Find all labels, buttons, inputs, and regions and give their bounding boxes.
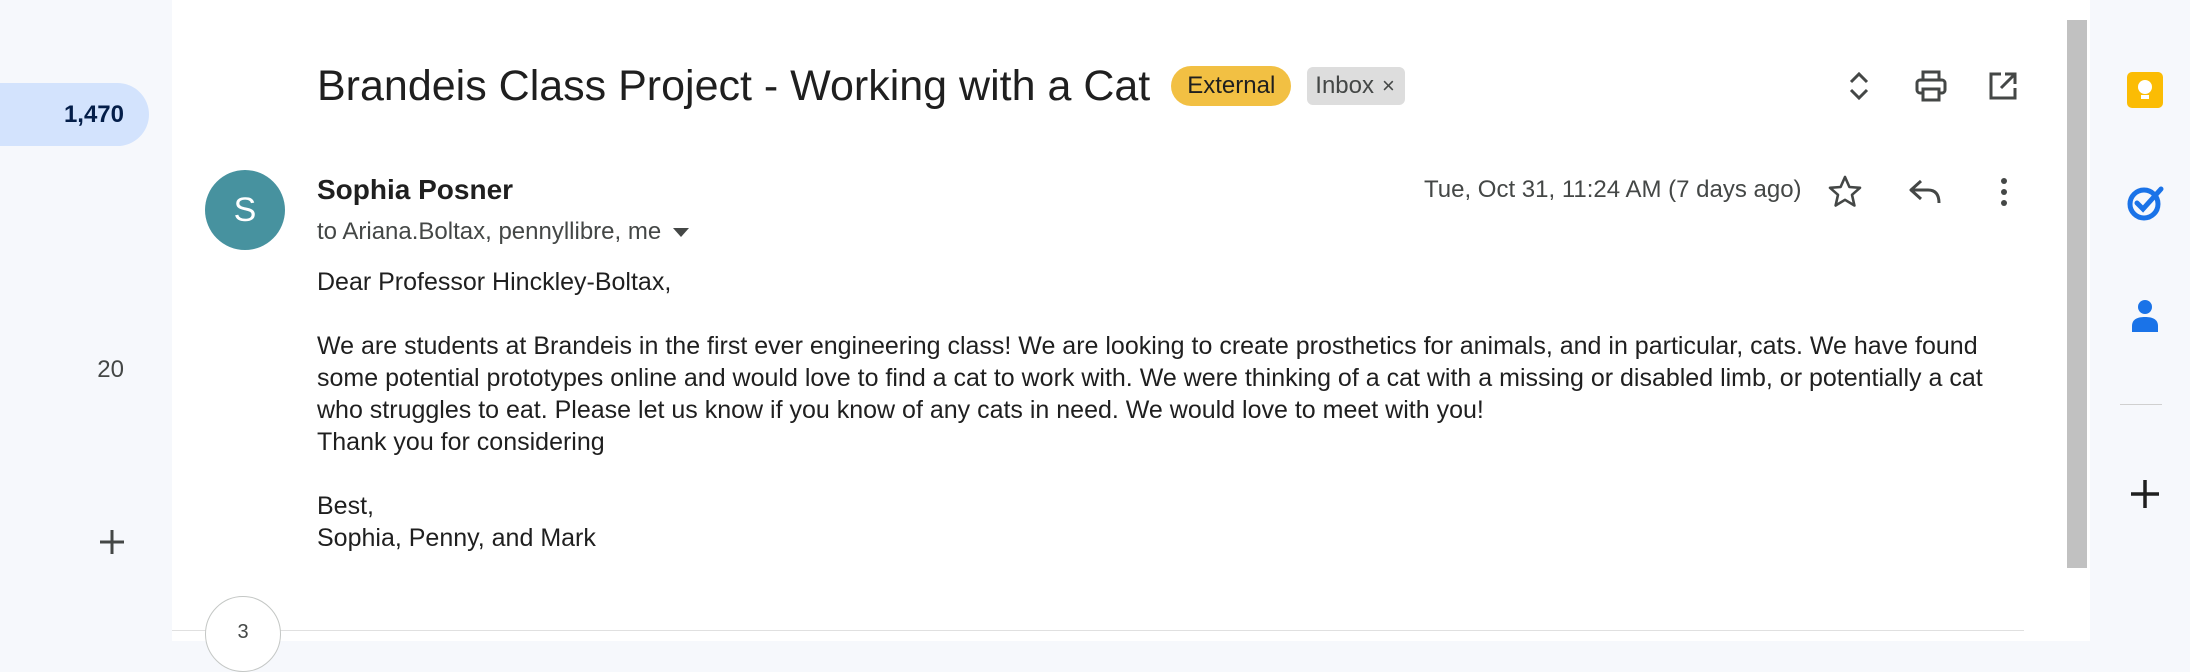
message-body: Dear Professor Hinckley-Boltax, We are s… bbox=[317, 266, 2017, 554]
active-folder-count[interactable]: 1,470 bbox=[0, 83, 149, 146]
show-details-icon[interactable] bbox=[673, 227, 690, 237]
sender-avatar[interactable]: S bbox=[205, 170, 285, 250]
add-addon-icon[interactable] bbox=[2125, 474, 2165, 514]
more-options-icon[interactable] bbox=[1985, 173, 2023, 211]
folder-count[interactable]: 20 bbox=[0, 356, 124, 384]
sender-name[interactable]: Sophia Posner bbox=[317, 174, 513, 206]
print-icon[interactable] bbox=[1913, 68, 1949, 104]
remove-label-icon[interactable]: × bbox=[1382, 67, 1395, 105]
open-in-new-window-icon[interactable] bbox=[1985, 68, 2021, 104]
side-panel-divider bbox=[2120, 404, 2162, 405]
recipients-line: to Ariana.Boltax, pennyllibre, me bbox=[317, 218, 690, 246]
left-nav: 1,470 20 bbox=[0, 0, 172, 641]
contacts-icon[interactable] bbox=[2125, 296, 2165, 336]
keep-icon[interactable] bbox=[2125, 70, 2165, 110]
inbox-label[interactable]: Inbox × bbox=[1307, 67, 1405, 105]
signature: Sophia, Penny, and Mark bbox=[317, 524, 596, 552]
reply-icon[interactable] bbox=[1906, 173, 1944, 211]
scrollbar[interactable] bbox=[2067, 20, 2087, 568]
body-paragraph: We are students at Brandeis in the first… bbox=[317, 332, 1983, 424]
external-badge: External bbox=[1171, 66, 1292, 106]
greeting: Dear Professor Hinckley-Boltax, bbox=[317, 268, 672, 296]
message-panel: Brandeis Class Project - Working with a … bbox=[172, 0, 2090, 672]
recipients-text: to Ariana.Boltax, pennyllibre, me bbox=[317, 218, 662, 245]
thanks-line: Thank you for considering bbox=[317, 428, 605, 456]
expand-collapse-icon[interactable] bbox=[1841, 68, 1877, 104]
closing: Best, bbox=[317, 492, 374, 520]
message-subject: Brandeis Class Project - Working with a … bbox=[317, 61, 1151, 110]
subject-row: Brandeis Class Project - Working with a … bbox=[317, 58, 1405, 114]
tasks-icon[interactable] bbox=[2125, 183, 2165, 223]
inbox-label-text: Inbox bbox=[1315, 72, 1374, 99]
message-date: Tue, Oct 31, 11:24 AM (7 days ago) bbox=[1424, 176, 1802, 203]
plus-icon[interactable] bbox=[94, 524, 130, 560]
star-icon[interactable] bbox=[1826, 173, 1864, 211]
collapsed-messages-count[interactable]: 3 bbox=[205, 596, 281, 672]
thread-divider bbox=[172, 630, 2024, 631]
